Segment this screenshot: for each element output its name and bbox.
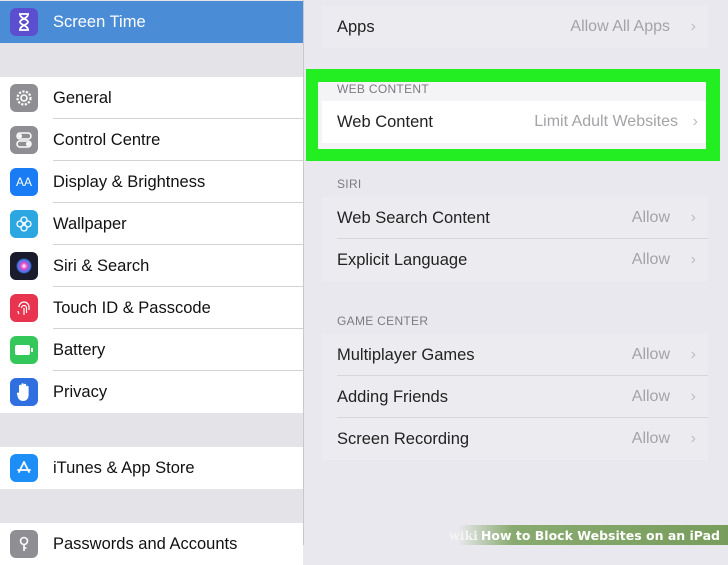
- chevron-right-icon: ›: [690, 209, 696, 226]
- sidebar-item-wallpaper[interactable]: Wallpaper: [0, 203, 303, 245]
- row-label: Explicit Language: [337, 250, 468, 269]
- siri-icon: [10, 252, 38, 280]
- row-value: Limit Adult Websites: [534, 113, 678, 130]
- chevron-right-icon: ›: [690, 251, 696, 268]
- web-search-content-row[interactable]: Web Search Content Allow ›: [322, 197, 708, 239]
- sidebar-item-label: Passwords and Accounts: [53, 534, 238, 553]
- apps-group: Apps Allow All Apps ›: [322, 6, 708, 48]
- section-gap: [0, 413, 303, 447]
- game-center-group: Multiplayer Games Allow › Adding Friends…: [322, 334, 708, 460]
- row-value: Allow: [631, 346, 670, 363]
- sidebar-item-label: Wallpaper: [53, 214, 127, 233]
- sidebar-item-control-centre[interactable]: Control Centre: [0, 119, 303, 161]
- section-title-game-center: GAME CENTER: [337, 314, 429, 328]
- hourglass-icon: [10, 8, 38, 36]
- key-icon: [10, 530, 38, 558]
- sidebar-item-passwords-accounts[interactable]: Passwords and Accounts: [0, 523, 303, 565]
- chevron-right-icon: ›: [692, 113, 698, 130]
- chevron-right-icon: ›: [690, 18, 696, 35]
- web-content-row[interactable]: Web Content Limit Adult Websites ›: [322, 101, 706, 143]
- sidebar-item-screen-time[interactable]: Screen Time: [0, 1, 303, 43]
- sidebar-item-privacy[interactable]: Privacy: [0, 371, 303, 413]
- row-label: Adding Friends: [337, 387, 448, 406]
- sidebar-item-siri-search[interactable]: Siri & Search: [0, 245, 303, 287]
- explicit-language-row[interactable]: Explicit Language Allow ›: [322, 239, 708, 281]
- chevron-right-icon: ›: [690, 388, 696, 405]
- sidebar-item-label: General: [53, 88, 112, 107]
- row-value: Allow: [631, 430, 670, 447]
- section-title-siri: SIRI: [337, 177, 362, 191]
- sidebar-item-display-brightness[interactable]: AA Display & Brightness: [0, 161, 303, 203]
- apps-row[interactable]: Apps Allow All Apps ›: [322, 6, 708, 48]
- sidebar-item-label: Battery: [53, 340, 106, 359]
- sidebar-item-label: Privacy: [53, 382, 108, 401]
- sidebar-item-label: Display & Brightness: [53, 172, 206, 191]
- row-value: Allow: [631, 388, 670, 405]
- sidebar-item-itunes-app-store[interactable]: iTunes & App Store: [0, 447, 303, 489]
- row-label: Apps: [337, 17, 375, 36]
- sidebar-item-touch-id[interactable]: Touch ID & Passcode: [0, 287, 303, 329]
- chevron-right-icon: ›: [690, 430, 696, 447]
- row-value: Allow: [631, 251, 670, 268]
- adding-friends-row[interactable]: Adding Friends Allow ›: [322, 376, 708, 418]
- multiplayer-games-row[interactable]: Multiplayer Games Allow ›: [322, 334, 708, 376]
- siri-group: Web Search Content Allow › Explicit Lang…: [322, 197, 708, 281]
- sidebar-item-label: Siri & Search: [53, 256, 150, 275]
- row-value: Allow: [631, 209, 670, 226]
- battery-icon: [10, 336, 38, 364]
- fingerprint-icon: [10, 294, 38, 322]
- sidebar-item-label: Touch ID & Passcode: [53, 298, 211, 317]
- watermark: wiki How to Block Websites on an iPad: [449, 525, 728, 545]
- watermark-wiki: wiki: [448, 527, 478, 543]
- row-value: Allow All Apps: [570, 18, 670, 35]
- sidebar-item-label: iTunes & App Store: [53, 458, 195, 477]
- sidebar-item-battery[interactable]: Battery: [0, 329, 303, 371]
- chevron-right-icon: ›: [690, 346, 696, 363]
- section-gap: [0, 43, 303, 77]
- gear-icon: [10, 84, 38, 112]
- section-title-web-content: WEB CONTENT: [337, 82, 429, 96]
- display-aa-icon: AA: [10, 168, 38, 196]
- row-label: Screen Recording: [337, 429, 470, 448]
- web-content-group: Web Content Limit Adult Websites ›: [322, 101, 706, 143]
- hand-icon: [10, 378, 38, 406]
- row-label: Web Search Content: [337, 208, 490, 227]
- toggles-icon: [10, 126, 38, 154]
- section-gap: [0, 489, 303, 523]
- watermark-text: How to Block Websites on an iPad: [480, 527, 720, 543]
- flower-icon: [10, 210, 38, 238]
- sidebar: Screen Time General Control Centre AA Di…: [0, 0, 303, 565]
- row-label: Web Content: [337, 112, 434, 131]
- sidebar-item-label: Screen Time: [53, 12, 146, 31]
- screen-recording-row[interactable]: Screen Recording Allow ›: [322, 418, 708, 460]
- sidebar-item-label: Control Centre: [53, 130, 161, 149]
- app-store-icon: [10, 454, 38, 482]
- row-label: Multiplayer Games: [337, 345, 475, 364]
- sidebar-item-general[interactable]: General: [0, 77, 303, 119]
